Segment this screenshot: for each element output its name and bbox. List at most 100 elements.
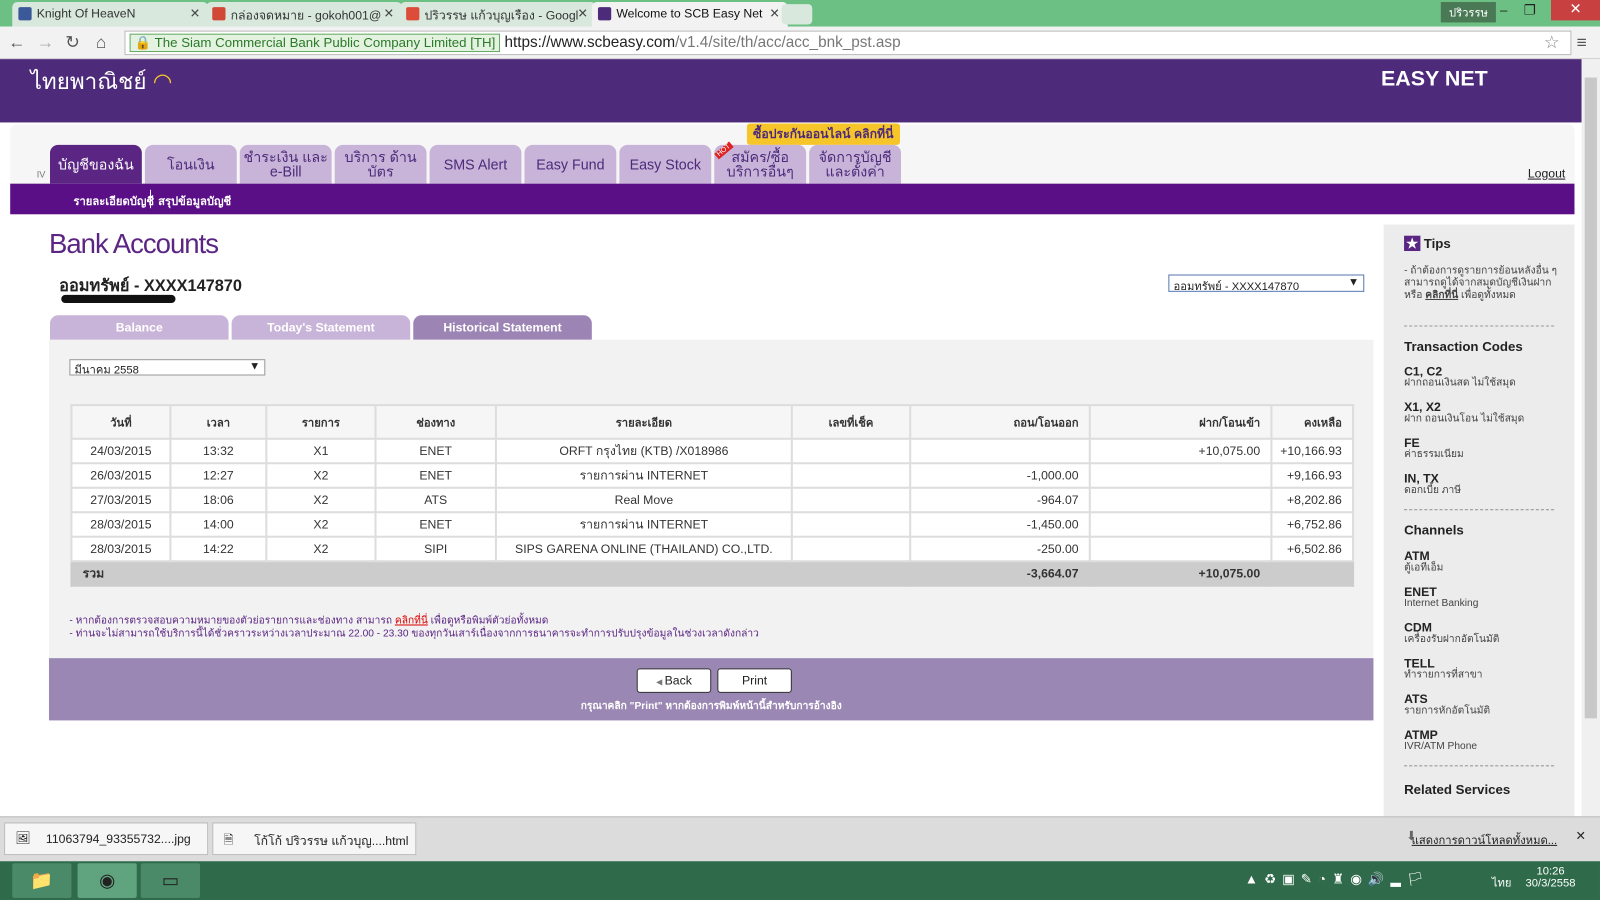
close-download-bar-icon[interactable]: ✕ [1575,829,1585,843]
table-cell: รายการผ่าน INTERNET [494,462,793,489]
language-indicator[interactable]: ไทย [1492,873,1512,891]
table-cell: 27/03/2015 [70,486,172,514]
show-all-downloads-link[interactable]: แสดงการดาวน์โหลดทั้งหมด... [1412,831,1557,849]
file-explorer-icon[interactable]: 📁 [12,863,72,898]
legend-desc: ฝากถอนเงินสด ไม่ใช้สมุด [1404,377,1516,389]
table-cell: +10,075.00 [1088,437,1273,465]
print-button[interactable]: Print [717,668,792,693]
table-cell [790,437,912,465]
download-item[interactable]: 🗎 โก้โก้ ปริวรรษ แก้วบุญ....html [212,822,417,856]
back-button[interactable]: ◀ Back [636,668,712,693]
month-select-value: มีนาคม 2558 [74,364,139,377]
codes-heading: Transaction Codes [1404,338,1523,355]
table-row: 24/03/2015 13:32 X1 ENET ORFT กรุงไทย (KTB) … [70,437,1355,465]
account-select[interactable]: ออมทรัพย์ - XXXX147870 ▼ [1168,274,1365,293]
back-label: Back [664,673,692,688]
table-cell [909,437,1091,465]
table-cell: +6,502.86 [1270,535,1355,563]
bookmark-star-icon[interactable]: ☆ [1544,33,1560,53]
legend-code: C1, C2 [1404,364,1443,379]
scrollbar-thumb[interactable] [1584,77,1597,719]
menu-tab-easy-stock[interactable]: Easy Stock [619,144,712,184]
menu-tab-sms-alert[interactable]: SMS Alert [429,144,522,184]
legend-desc: ตู้เอทีเอ็ม [1404,562,1444,574]
forward-icon[interactable]: → [37,33,54,53]
google-plus-icon [406,7,420,21]
browser-tab-active[interactable]: Welcome to SCB Easy Net ✕ [591,2,788,27]
close-icon[interactable]: ✕ [384,6,394,20]
home-icon[interactable]: ⌂ [96,33,106,53]
ev-label: The Siam Commercial Bank Public Company … [154,34,496,50]
insurance-promo[interactable]: ซื้อประกันออนไลน์ คลิกที่นี่ [746,123,900,145]
divider [1404,765,1555,767]
logo-text: ไทยพาณิชย์ [30,68,147,94]
profile-button[interactable]: ปริวรรษ [1440,2,1497,23]
note-maintenance: - ท่านจะไม่สามารถใช้บริการนี้ได้ชั่วคราว… [69,628,759,640]
window-controls[interactable]: –❐ [1500,2,1552,18]
legend-entry: ATS รายการหักอัตโนมัติ [1404,693,1490,717]
clock-date: 30/3/2558 [1525,877,1576,890]
download-item[interactable]: 🖼 11063794_93355732....jpg [4,822,209,856]
abbreviations-link[interactable]: คลิกที่นี่ [395,615,428,626]
menu-tab-transfer[interactable]: โอนเงิน [144,144,237,184]
address-bar[interactable]: 🔒 The Siam Commercial Bank Public Compan… [124,30,1572,56]
table-cell: 26/03/2015 [70,462,172,489]
scb-logo[interactable]: ไทยพาณิชย์ ◠ [31,63,173,99]
tab-title: Knight Of HeaveN [36,6,136,21]
menu-tab-my-accounts[interactable]: บัญชีของฉัน [49,144,142,184]
column-header: ฝาก/โอนเข้า [1088,404,1273,440]
table-cell: 12:27 [169,462,268,489]
window-icon[interactable]: ▭ [140,863,200,898]
legend-entry: ATMP IVR/ATM Phone [1404,729,1477,753]
table-cell: X2 [265,462,377,489]
dropdown-arrow-icon: ▼ [249,360,261,373]
close-icon[interactable]: ✕ [769,6,779,20]
ev-certificate-badge[interactable]: 🔒 The Siam Commercial Bank Public Compan… [129,33,501,53]
table-cell [1088,486,1273,514]
html-file-icon: 🗎 [223,832,234,847]
chrome-icon[interactable]: ◉ [77,863,137,898]
table-cell: ENET [374,511,497,538]
browser-tab[interactable]: Knight Of HeaveN ✕ [12,2,209,27]
reload-icon[interactable]: ↻ [65,33,80,53]
table-row: 28/03/2015 14:22 X2 SIPI SIPS GARENA ONLINE … [70,535,1355,563]
close-icon[interactable]: ✕ [577,6,587,20]
tips-link[interactable]: คลิกที่นี่ [1425,290,1458,301]
tab-historical-statement[interactable]: Historical Statement [413,315,592,340]
back-icon[interactable]: ← [8,33,25,53]
table-cell [790,462,912,489]
submenu-account-details[interactable]: รายละเอียดบัญชี [73,192,154,210]
legend-entry: X1, X2 ฝาก ถอนเงินโอน ไม่ใช้สมุด [1404,401,1524,425]
tab-todays-statement[interactable]: Today's Statement [231,315,411,340]
menu-tab-easy-fund[interactable]: Easy Fund [524,144,617,184]
table-cell: 28/03/2015 [70,535,172,563]
window-close-button[interactable]: ✕ [1551,0,1600,21]
table-row: 28/03/2015 14:00 X2 ENET รายการผ่าน INTERNET… [70,511,1355,538]
legend-entry: TELL ทำรายการที่สาขา [1404,657,1482,681]
system-tray-icons[interactable]: ▲♻▣✎◔♜◉🔊▂🏳 [1245,871,1430,887]
logout-link[interactable]: Logout [1528,166,1565,180]
table-cell: 14:22 [169,535,268,563]
close-icon[interactable]: ✕ [190,6,200,20]
menu-tab-cards[interactable]: บริการ ด้านบัตร [334,144,427,184]
legend-code: CDM [1404,620,1432,635]
menu-icon[interactable]: ≡ [1577,33,1587,53]
table-cell: ENET [374,437,497,465]
new-tab-button[interactable] [781,4,813,25]
table-cell: -1,000.00 [909,462,1091,489]
divider [149,189,152,209]
submenu-account-summary[interactable]: สรุปข้อมูลบัญชี [158,192,231,210]
sub-menu-bar [10,183,1575,215]
menu-tab-payment[interactable]: ชำระเงิน และ e-Bill [239,144,332,184]
clock[interactable]: 10:26 30/3/2558 [1526,865,1576,889]
url-host: https://www.scbeasy.com [504,33,676,52]
image-file-icon: 🖼 [15,830,31,845]
month-select[interactable]: มีนาคม 2558 ▼ [69,359,266,377]
browser-tab[interactable]: ปริวรรษ แก้วบุญเรือง - Googl ✕ [399,2,596,27]
menu-tab-settings[interactable]: จัดการบัญชี และตั้งค่า [809,144,902,184]
tab-balance[interactable]: Balance [49,315,229,340]
star-icon: ★ [1404,235,1421,252]
browser-tab[interactable]: กล่องจดหมาย - gokoh001@ ✕ [206,2,403,27]
legend-code: FE [1404,435,1420,450]
column-header: เวลา [169,404,268,440]
